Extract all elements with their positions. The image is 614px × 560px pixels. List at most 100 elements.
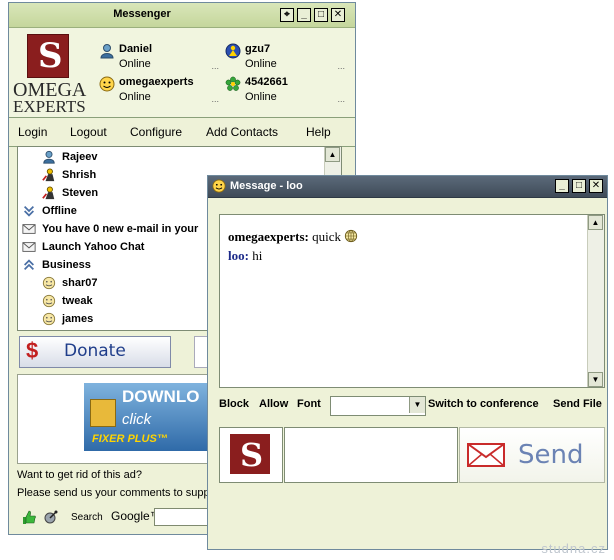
menu-configure[interactable]: Configure (130, 125, 182, 139)
allow-button[interactable]: Allow (259, 398, 288, 410)
message-input[interactable] (284, 427, 458, 483)
account-status: Online (245, 58, 277, 70)
scroll-up-button[interactable]: ▲ (325, 147, 340, 162)
close-button[interactable]: ✕ (589, 179, 603, 193)
send-button[interactable]: Send (459, 427, 605, 483)
aim-user-icon (42, 186, 55, 200)
menu-logout[interactable]: Logout (70, 125, 107, 139)
search-label: Search (71, 512, 103, 523)
account-card-gzu7[interactable]: gzu7 Online ... (225, 41, 345, 73)
pin-icon[interactable]: ⌖ (280, 8, 294, 22)
maximize-button[interactable]: □ (572, 179, 586, 193)
maximize-button[interactable]: □ (314, 8, 328, 22)
message-toolbar: Block Allow Font ▼ Switch to conference … (208, 396, 608, 418)
group-label: Business (42, 259, 91, 271)
menu-add-contacts[interactable]: Add Contacts (206, 125, 278, 139)
message-window-title: Message - loo (230, 180, 303, 192)
scroll-up-button[interactable]: ▲ (588, 215, 603, 230)
logo-mark-icon: S (230, 434, 270, 474)
globe-icon (345, 229, 358, 243)
envelope-icon (467, 443, 505, 467)
donate-label: Donate (64, 341, 126, 361)
chat-scrollbar[interactable]: ▲ ▼ (587, 215, 604, 387)
chat-message: loo: hi (228, 248, 262, 264)
user-icon (43, 150, 55, 164)
avatar: S (219, 427, 283, 483)
account-status: Online (245, 91, 277, 103)
watermark: studna.cz (541, 541, 606, 556)
account-menu-dots[interactable]: ... (211, 94, 219, 104)
ad-removal-text[interactable]: Want to get rid of this ad? (17, 469, 142, 481)
comments-text: Please send us your comments to supp (17, 487, 210, 499)
icq-flower-icon (225, 76, 241, 91)
ad-banner[interactable]: DOWNLO click FIXER PLUS™ (84, 383, 224, 451)
dollar-icon: $ (26, 338, 39, 363)
account-status: Online (119, 91, 151, 103)
account-menu-dots[interactable]: ... (337, 61, 345, 71)
buddy-label: shar07 (62, 277, 98, 289)
mail-icon (22, 224, 36, 234)
buddy-label: Shrish (62, 169, 97, 181)
send-file-button[interactable]: Send File (553, 398, 602, 410)
ad-line3: FIXER PLUS™ (92, 433, 168, 445)
buddy-label: Rajeev (62, 151, 98, 163)
smiley-icon (99, 76, 115, 92)
chevron-down-icon[interactable]: ▼ (409, 397, 425, 413)
window-title: Messenger (113, 8, 171, 20)
minimize-button[interactable]: _ (555, 179, 569, 193)
account-status: Online (119, 58, 151, 70)
font-select[interactable]: ▼ (330, 396, 426, 416)
chat-text: quick (312, 229, 341, 244)
buddy-label: Steven (62, 187, 99, 199)
launch-yahoo-chat-label: Launch Yahoo Chat (42, 241, 145, 253)
messenger-titlebar[interactable]: Messenger ⌖ _ □ ✕ (9, 3, 355, 28)
chat-history[interactable]: omegaexperts: quick loo: hi ▲ ▼ (219, 214, 605, 388)
account-panel: S OMEGA EXPERTS Daniel Online ... gzu7 O… (9, 28, 355, 118)
donate-button[interactable]: $ Donate (19, 336, 171, 368)
collapse-icon (24, 206, 34, 217)
group-label: Offline (42, 205, 77, 217)
logo-text-line2: EXPERTS (13, 97, 86, 116)
send-label: Send (518, 440, 584, 470)
smiley-icon (212, 179, 226, 193)
account-name: Daniel (119, 43, 153, 55)
account-card-omegaexperts[interactable]: omegaexperts Online ... (99, 74, 219, 106)
chat-sender: omegaexperts: (228, 229, 309, 244)
menu-bar: Login Logout Configure Add Contacts Help (9, 118, 355, 147)
scroll-down-button[interactable]: ▼ (588, 372, 603, 387)
account-card-4542661[interactable]: 4542661 Online ... (225, 74, 345, 106)
ad-line1: DOWNLO (122, 387, 200, 406)
software-box-icon (90, 399, 116, 427)
user-icon (100, 44, 114, 59)
chat-sender: loo: (228, 248, 249, 263)
chat-message: omegaexperts: quick (228, 229, 358, 245)
thumbs-up-icon[interactable] (21, 509, 37, 525)
message-titlebar[interactable]: Message - loo _ □ ✕ (208, 176, 607, 198)
buddy-label: james (62, 313, 94, 325)
close-button[interactable]: ✕ (331, 8, 345, 22)
account-card-daniel[interactable]: Daniel Online ... (99, 41, 219, 73)
menu-login[interactable]: Login (18, 125, 47, 139)
account-name: 4542661 (245, 76, 288, 88)
chat-text: hi (252, 248, 263, 263)
omega-experts-logo: S OMEGA EXPERTS (13, 34, 93, 116)
smiley-icon (42, 276, 56, 290)
aim-user-icon (42, 168, 55, 182)
block-button[interactable]: Block (219, 398, 249, 410)
minimize-button[interactable]: _ (297, 8, 311, 22)
smiley-icon (42, 312, 56, 326)
yahoo-user-icon (225, 43, 241, 59)
account-name: gzu7 (245, 43, 271, 55)
expand-icon (24, 259, 34, 270)
buddy-label: tweak (62, 295, 93, 307)
smiley-icon (42, 294, 56, 308)
satellite-icon[interactable] (43, 509, 59, 525)
account-menu-dots[interactable]: ... (211, 61, 219, 71)
logo-mark-icon: S (27, 34, 69, 78)
account-menu-dots[interactable]: ... (337, 94, 345, 104)
font-label: Font (297, 398, 321, 410)
switch-to-conference-button[interactable]: Switch to conference (428, 398, 539, 410)
menu-help[interactable]: Help (306, 125, 331, 139)
account-name: omegaexperts (119, 76, 194, 88)
email-notice-label: You have 0 new e-mail in your (42, 223, 199, 235)
